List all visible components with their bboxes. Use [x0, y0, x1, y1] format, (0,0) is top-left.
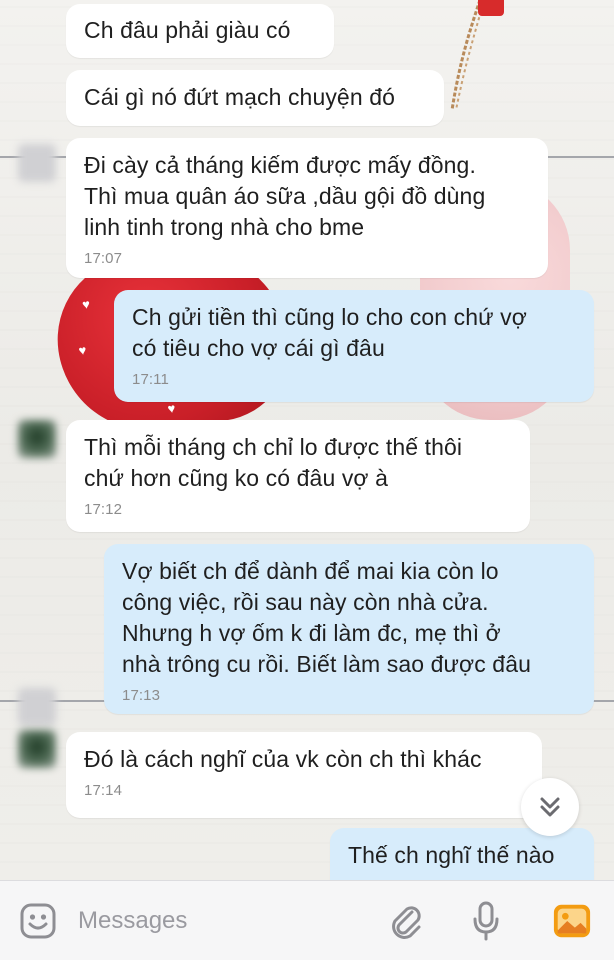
twine-decoration — [450, 0, 485, 110]
voice-button[interactable] — [466, 901, 506, 941]
message-text: Đi cày cả tháng kiếm được mấy đồng. Thì … — [84, 152, 486, 240]
scroll-to-bottom-button[interactable] — [521, 778, 579, 836]
message-input[interactable]: Messages — [78, 905, 187, 937]
message-time: 17:07 — [84, 250, 123, 267]
message-text: Ch gửi tiền thì cũng lo cho con chứ vợ c… — [132, 304, 527, 361]
chevron-double-down-icon — [540, 797, 560, 817]
emoji-icon — [20, 903, 56, 939]
message-incoming[interactable]: Đó là cách nghĩ của vk còn ch thì khác 1… — [66, 732, 542, 818]
photo-button[interactable] — [552, 901, 592, 941]
message-outgoing[interactable]: Vợ biết ch để dành để mai kia còn lo côn… — [104, 544, 594, 714]
message-incoming[interactable]: Đi cày cả tháng kiếm được mấy đồng. Thì … — [66, 138, 548, 278]
avatar[interactable] — [18, 688, 56, 726]
message-text: Thế ch nghĩ thế nào — [348, 842, 555, 868]
message-incoming[interactable]: Cái gì nó đứt mạch chuyện đó — [66, 70, 444, 126]
attachment-icon — [392, 906, 421, 939]
clip-decoration — [478, 0, 504, 16]
message-time: 17:13 — [122, 687, 161, 704]
attach-button[interactable] — [386, 901, 426, 941]
message-text: Đó là cách nghĩ của vk còn ch thì khác — [84, 746, 482, 772]
message-text: Vợ biết ch để dành để mai kia còn lo côn… — [122, 558, 531, 677]
message-text: Ch đâu phải giàu có — [84, 17, 291, 43]
avatar[interactable] — [18, 730, 56, 768]
message-time: 17:14 — [84, 782, 123, 799]
message-composer: Messages — [0, 880, 614, 960]
avatar[interactable] — [18, 144, 56, 182]
message-time: 17:11 — [132, 371, 169, 388]
message-text: Thì mỗi tháng ch chỉ lo được thế thôi ch… — [84, 434, 463, 491]
chat-screen: ♥ ♥ ♥ ♥ Ch đâu phải giàu có Cái gì nó đứ… — [0, 0, 614, 960]
photo-icon — [553, 904, 591, 938]
message-incoming[interactable]: Ch đâu phải giàu có — [66, 4, 334, 58]
microphone-icon — [473, 901, 499, 941]
avatar[interactable] — [18, 420, 56, 458]
message-incoming[interactable]: Thì mỗi tháng ch chỉ lo được thế thôi ch… — [66, 420, 530, 532]
emoji-button[interactable] — [18, 901, 58, 941]
message-text: Cái gì nó đứt mạch chuyện đó — [84, 84, 395, 110]
message-time: 17:12 — [84, 501, 123, 518]
message-outgoing[interactable]: Ch gửi tiền thì cũng lo cho con chứ vợ c… — [114, 290, 594, 402]
